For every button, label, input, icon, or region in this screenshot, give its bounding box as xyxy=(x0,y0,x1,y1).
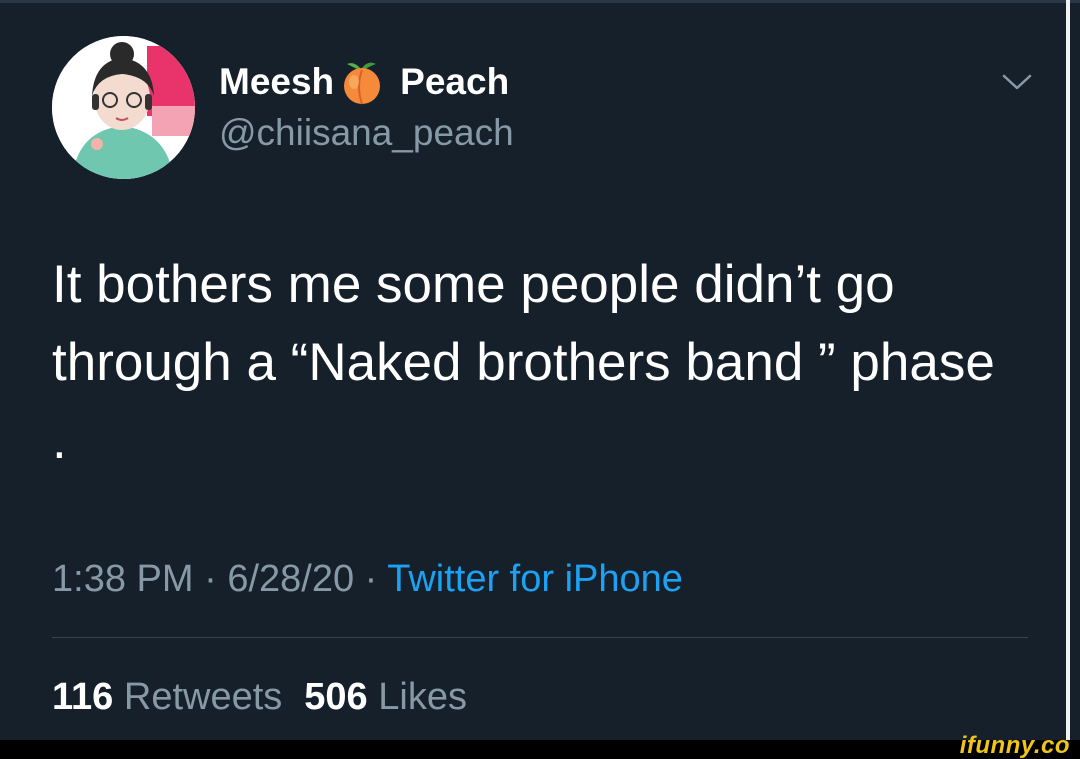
meta-separator: · xyxy=(204,558,217,600)
right-edge-bar xyxy=(1066,0,1070,740)
likes-stat[interactable]: 506 Likes xyxy=(304,676,467,718)
display-name-part2: Peach xyxy=(400,61,510,102)
bottom-bar xyxy=(0,740,1080,759)
display-name-part1: Meesh xyxy=(219,61,335,102)
tweet-meta: 1:38 PM · 6/28/20 · Twitter for iPhone xyxy=(52,556,683,602)
watermark: ifunny.co xyxy=(959,732,1070,759)
display-name[interactable]: Meesh Peach xyxy=(219,58,509,106)
tweet-time[interactable]: 1:38 PM xyxy=(52,558,194,600)
top-border xyxy=(0,0,1080,3)
chevron-down-icon[interactable] xyxy=(1000,70,1034,94)
peach-emoji-icon xyxy=(338,58,386,106)
likes-label: Likes xyxy=(378,676,467,718)
tweet-source-link[interactable]: Twitter for iPhone xyxy=(387,558,683,600)
avatar[interactable] xyxy=(52,36,195,179)
divider xyxy=(52,637,1028,638)
meta-separator: · xyxy=(364,558,378,600)
likes-count: 506 xyxy=(304,676,368,718)
tweet-date[interactable]: 6/28/20 xyxy=(227,558,354,600)
user-handle[interactable]: @chiisana_peach xyxy=(219,111,514,155)
retweets-count: 116 xyxy=(52,676,114,718)
tweet-stats: 116 Retweets 506 Likes xyxy=(52,674,467,720)
tweet-text: It bothers me some people didn’t go thro… xyxy=(52,255,995,470)
avatar-image xyxy=(52,36,195,179)
retweets-label: Retweets xyxy=(123,676,283,718)
retweets-stat[interactable]: 116 Retweets xyxy=(52,676,282,718)
